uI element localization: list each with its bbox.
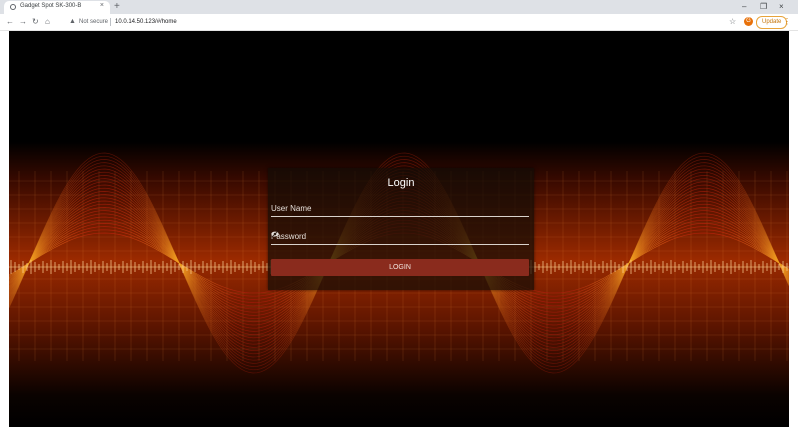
url-text[interactable]: 10.0.14.50.123/#/home (115, 16, 177, 28)
username-label: User Name (271, 204, 312, 213)
username-field[interactable]: User Name (271, 202, 529, 217)
login-title: Login (387, 177, 415, 189)
login-form: Login User Name Password LOGIN (268, 168, 534, 290)
forward-button[interactable]: → (19, 16, 27, 28)
login-page: Login User Name Password LOGIN (9, 31, 789, 427)
menu-kebab-icon[interactable]: ⋮ (783, 16, 791, 28)
restore-button[interactable]: ❐ (760, 0, 767, 14)
password-field[interactable]: Password (271, 230, 529, 245)
warning-icon: ▲ (69, 18, 76, 25)
minimize-button[interactable]: – (742, 0, 746, 14)
bookmark-star-icon[interactable]: ☆ (729, 16, 736, 28)
new-tab-button[interactable]: + (114, 0, 120, 14)
address-bar[interactable]: ▲ Not secure 10.0.14.50.123/#/home (65, 16, 715, 28)
login-button[interactable]: LOGIN (271, 259, 529, 276)
toggle-password-visibility-icon[interactable] (271, 230, 279, 238)
back-button[interactable]: ← (6, 16, 14, 28)
browser-toolbar: ← → ↻ ⌂ ▲ Not secure 10.0.14.50.123/#/ho… (0, 14, 798, 31)
site-favicon-icon (10, 4, 16, 10)
reload-button[interactable]: ↻ (32, 16, 39, 28)
security-indicator[interactable]: Not secure (79, 16, 108, 28)
home-button[interactable]: ⌂ (45, 16, 50, 28)
tab-strip: Gadget Spot SK-300-B × + – ❐ × (0, 0, 798, 14)
browser-tab[interactable]: Gadget Spot SK-300-B × (4, 1, 110, 14)
close-tab-icon[interactable]: × (100, 2, 104, 9)
tab-title: Gadget Spot SK-300-B (20, 3, 82, 9)
address-separator (110, 18, 111, 26)
close-window-button[interactable]: × (779, 0, 784, 14)
profile-avatar[interactable]: G (744, 17, 753, 26)
